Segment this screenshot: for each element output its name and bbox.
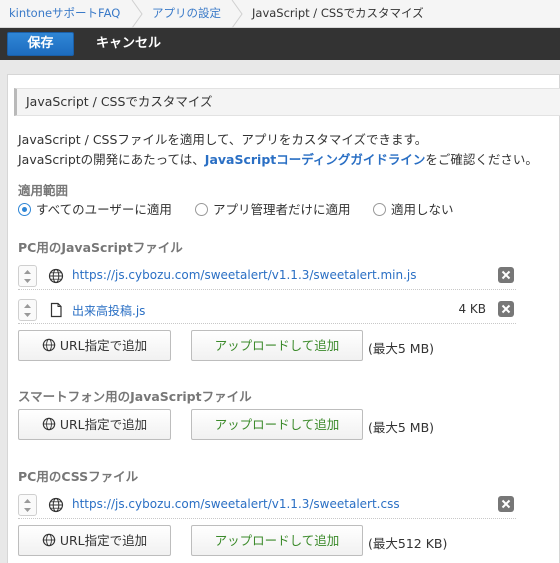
file-name-link[interactable]: 出来高投稿.js xyxy=(72,302,145,319)
save-button[interactable]: 保存 xyxy=(7,32,74,56)
cancel-button[interactable]: キャンセル xyxy=(96,32,161,56)
close-icon[interactable] xyxy=(498,267,514,283)
coding-guideline-link[interactable]: JavaScriptコーディングガイドライン xyxy=(205,152,426,167)
file-name-link[interactable]: https://js.cybozu.com/sweetalert/v1.1.3/… xyxy=(72,497,400,511)
sp-js-max-size: (最大5 MB) xyxy=(368,420,435,435)
breadcrumb-separator-icon xyxy=(230,0,244,28)
radio-selected-icon xyxy=(18,203,31,216)
sp-js-upload-button[interactable]: アップロードして追加 xyxy=(191,409,363,440)
radio-unselected-icon xyxy=(373,203,386,216)
file-row: https://js.cybozu.com/sweetalert/v1.1.3/… xyxy=(18,491,516,519)
file-name-link[interactable]: https://js.cybozu.com/sweetalert/v1.1.3/… xyxy=(72,268,417,282)
close-icon[interactable] xyxy=(498,496,514,512)
scope-label: 適用範囲 xyxy=(18,183,69,198)
sort-handle-icon[interactable] xyxy=(18,299,37,321)
description-prefix: JavaScriptの開発にあたっては、 xyxy=(18,152,205,167)
scope-radio-label: アプリ管理者だけに適用 xyxy=(213,202,351,217)
pc-css-upload-button[interactable]: アップロードして追加 xyxy=(191,525,363,556)
pc-css-url-add-button[interactable]: URL指定で追加 xyxy=(18,525,171,556)
file-row: https://js.cybozu.com/sweetalert/v1.1.3/… xyxy=(18,262,516,290)
breadcrumb-item-current: JavaScript / CSSでカスタマイズ xyxy=(252,6,424,20)
breadcrumb-separator-icon xyxy=(130,0,144,28)
button-label: URL指定で追加 xyxy=(59,533,148,548)
close-icon[interactable] xyxy=(498,301,514,317)
document-icon xyxy=(48,302,64,318)
pc-js-upload-button[interactable]: アップロードして追加 xyxy=(191,330,363,361)
description-suffix: をご確認ください。 xyxy=(425,152,538,167)
button-label: URL指定で追加 xyxy=(59,417,148,432)
file-row: 出来高投稿.js 4 KB xyxy=(18,296,516,324)
scope-radio-label: 適用しない xyxy=(391,202,454,217)
description-line-2: JavaScriptの開発にあたっては、JavaScriptコーディングガイドラ… xyxy=(18,149,538,168)
breadcrumb: kintoneサポートFAQ アプリの設定 JavaScript / CSSでカ… xyxy=(0,0,560,28)
button-label: URL指定で追加 xyxy=(59,338,148,353)
globe-icon xyxy=(48,497,64,513)
pc-js-max-size: (最大5 MB) xyxy=(368,341,435,356)
radio-unselected-icon xyxy=(195,203,208,216)
action-bar: 保存 キャンセル xyxy=(0,28,560,60)
globe-icon xyxy=(42,412,56,441)
breadcrumb-item-support-faq[interactable]: kintoneサポートFAQ xyxy=(9,0,120,28)
globe-icon xyxy=(42,333,56,362)
breadcrumb-item-app-settings[interactable]: アプリの設定 xyxy=(152,0,221,28)
sort-handle-icon[interactable] xyxy=(18,265,37,287)
sp-js-url-add-button[interactable]: URL指定で追加 xyxy=(18,409,171,440)
pc-js-label: PC用のJavaScriptファイル xyxy=(18,240,183,255)
scope-radio-label: すべてのユーザーに適用 xyxy=(36,202,172,217)
pc-css-max-size: (最大512 KB) xyxy=(368,536,448,551)
sp-js-label: スマートフォン用のJavaScriptファイル xyxy=(18,389,252,404)
file-size: 4 KB xyxy=(458,302,486,316)
description-line-1: JavaScript / CSSファイルを適用して、アプリをカスタマイズできます… xyxy=(18,132,428,147)
globe-icon xyxy=(48,268,64,284)
page-title: JavaScript / CSSでカスタマイズ xyxy=(14,88,560,116)
pc-css-label: PC用のCSSファイル xyxy=(18,469,139,484)
pc-js-url-add-button[interactable]: URL指定で追加 xyxy=(18,330,171,361)
globe-icon xyxy=(42,528,56,557)
sort-handle-icon[interactable] xyxy=(18,494,37,516)
